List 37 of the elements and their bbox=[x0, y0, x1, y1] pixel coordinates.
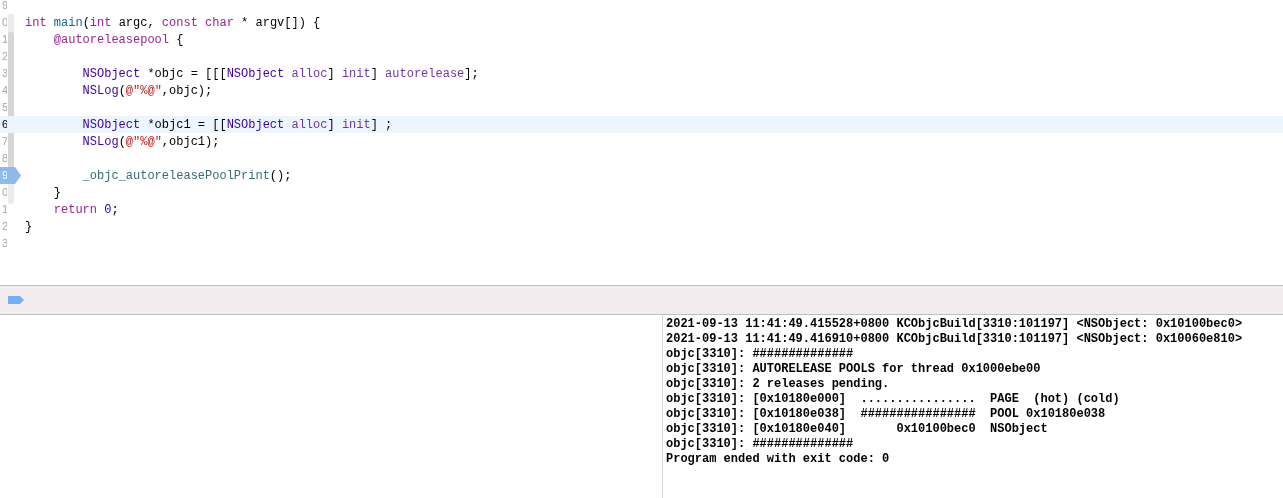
console-output-line: objc[3310]: [0x10180e038] ################ POOL 0x10180e038 bbox=[666, 407, 1107, 422]
line-number: 3 bbox=[1, 238, 7, 249]
console-output-line: objc[3310]: [0x10180e000] ................ PAGE (hot) (cold) bbox=[666, 392, 1121, 407]
line-number: 3 bbox=[1, 68, 7, 79]
line-number: 9 bbox=[1, 170, 7, 181]
code-line: } bbox=[52, 186, 61, 199]
line-number: 2 bbox=[1, 221, 7, 232]
code-line: int main(int argc, const char * argv[]) { bbox=[25, 16, 321, 29]
console-output-line: 2021-09-13 11:41:49.415528+0800 KCObjcBuild[3310:101197] <NSObject: 0x10100bec0> bbox=[666, 317, 1244, 332]
line-number: 5 bbox=[1, 102, 7, 113]
code-line: NSObject *objc1 = [[NSObject alloc] init] ; bbox=[81, 118, 393, 131]
breakpoints-toggle-icon[interactable] bbox=[8, 296, 24, 304]
console-output-line: objc[3310]: ############## bbox=[666, 437, 855, 452]
code-line: return 0; bbox=[52, 203, 119, 216]
code-line: } bbox=[25, 220, 33, 233]
code-line: NSObject *objc = [[[NSObject alloc] init] autorelease]; bbox=[81, 67, 479, 80]
console-output-line: Program ended with exit code: 0 bbox=[666, 452, 891, 467]
line-number: 4 bbox=[1, 85, 7, 96]
code-line: NSLog(@"%@",objc); bbox=[81, 84, 213, 97]
console-output-line: 2021-09-13 11:41:49.416910+0800 KCObjcBuild[3310:101197] <NSObject: 0x10060e810> bbox=[666, 332, 1244, 347]
line-number: 9 bbox=[1, 0, 7, 11]
code-line: @autoreleasepool { bbox=[52, 33, 184, 46]
line-number: 2 bbox=[1, 51, 7, 62]
code-line: NSLog(@"%@",objc1); bbox=[81, 135, 220, 148]
console-output-line: objc[3310]: [0x10180e040] 0x10100bec0 NSObject bbox=[666, 422, 1049, 437]
line-number: 0 bbox=[1, 187, 7, 198]
breakpoint-icon[interactable] bbox=[0, 167, 21, 184]
line-number: 7 bbox=[1, 136, 7, 147]
line-number: 0 bbox=[1, 17, 7, 28]
line-number: 1 bbox=[1, 34, 7, 45]
line-number: 8 bbox=[1, 153, 7, 164]
line-number: 6 bbox=[1, 119, 7, 130]
console-output-line: objc[3310]: ############## bbox=[666, 347, 855, 362]
code-line: _objc_autoreleasePoolPrint(); bbox=[81, 169, 292, 182]
line-number: 1 bbox=[1, 204, 7, 215]
console-output-line: objc[3310]: 2 releases pending. bbox=[666, 377, 891, 392]
console-output-line: objc[3310]: AUTORELEASE POOLS for thread 0x1000ebe00 bbox=[666, 362, 1042, 377]
